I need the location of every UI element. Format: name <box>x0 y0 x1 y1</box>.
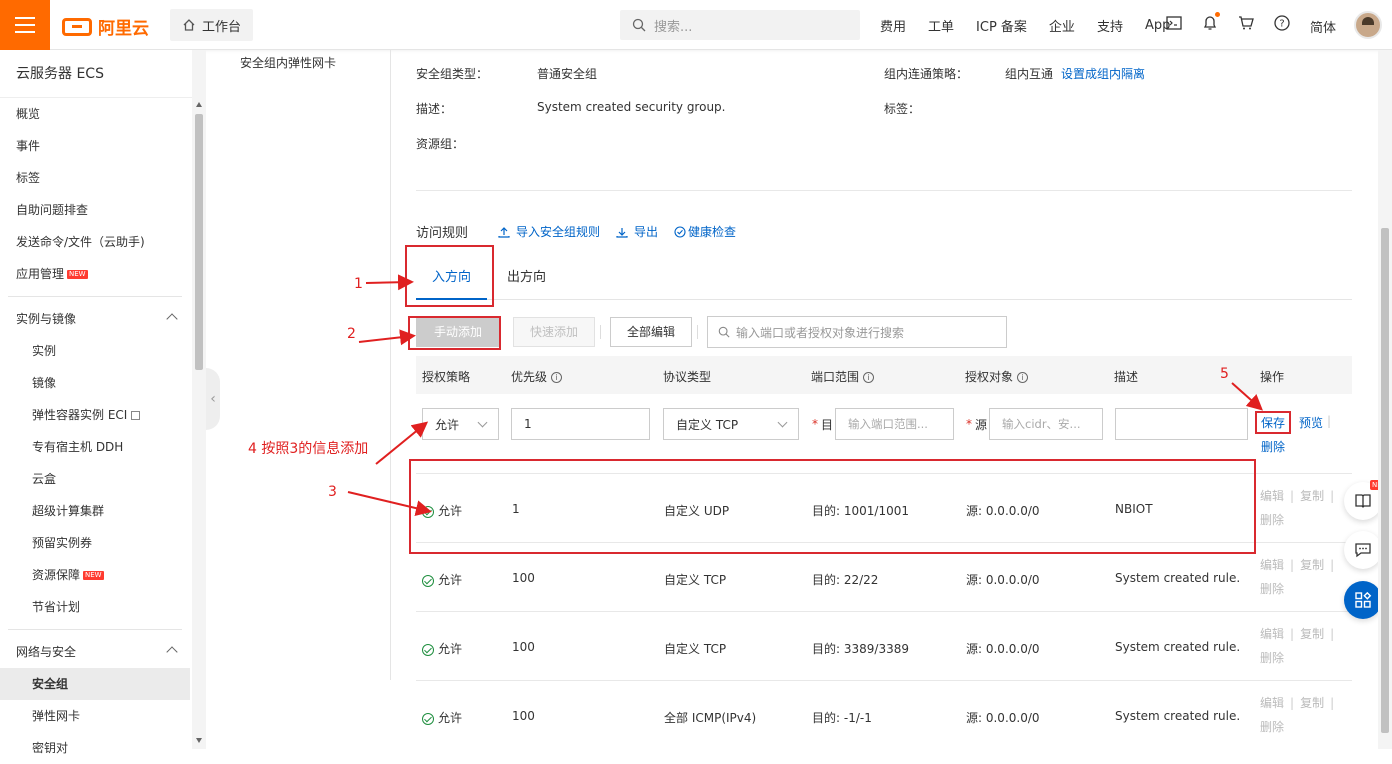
apps-float-button[interactable] <box>1344 581 1382 619</box>
book-icon <box>1355 494 1371 508</box>
page-scrollbar[interactable] <box>1378 50 1392 749</box>
chat-float-button[interactable] <box>1344 531 1382 569</box>
annotation-arrows <box>347 274 1263 517</box>
chat-icon <box>1355 543 1371 558</box>
grid-icon <box>1355 591 1372 608</box>
